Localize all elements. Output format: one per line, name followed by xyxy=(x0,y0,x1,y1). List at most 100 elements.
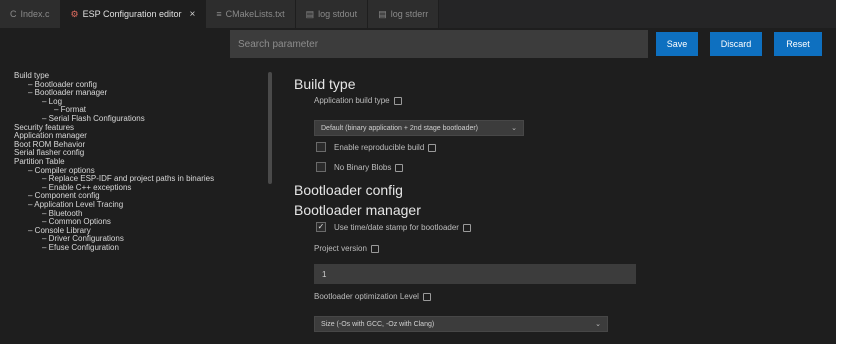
config-content: Build type Application build type Defaul… xyxy=(294,72,814,344)
sidebar-item[interactable]: – Bluetooth xyxy=(0,210,230,219)
sidebar-item[interactable]: – Replace ESP-IDF and project paths in b… xyxy=(0,175,230,184)
select-value: Default (binary application + 2nd stage … xyxy=(321,124,479,132)
sidebar-item-label: Log xyxy=(48,97,63,106)
section-title-bootloader-config: Bootloader config xyxy=(294,182,403,198)
tab-bar-empty-space xyxy=(439,0,836,28)
close-icon[interactable]: × xyxy=(190,9,196,20)
sidebar-item[interactable]: – Common Options xyxy=(0,218,230,227)
sidebar-item-label: Application manager xyxy=(14,132,87,141)
use-time-stamp-label: Use time/date stamp for bootloader xyxy=(334,223,471,232)
label-text: Use time/date stamp for bootloader xyxy=(334,223,459,232)
sidebar-item-label: Console Library xyxy=(34,226,91,235)
sidebar-item[interactable]: Partition Table xyxy=(0,158,230,167)
section-title-build-type: Build type xyxy=(294,76,356,92)
reproducible-build-label: Enable reproducible build xyxy=(334,143,437,152)
tab-esp-config-editor[interactable]: ⚙ ESP Configuration editor × xyxy=(60,0,207,28)
output-icon: ▤ xyxy=(378,8,387,19)
sidebar-item[interactable]: – Efuse Configuration xyxy=(0,244,230,253)
section-title-bootloader-manager: Bootloader manager xyxy=(294,202,421,218)
settings-icon: ⚙ xyxy=(70,8,79,19)
sidebar-item-label: Serial flasher config xyxy=(14,149,85,158)
sidebar-item-label: Component config xyxy=(34,192,100,201)
tab-label: Index.c xyxy=(20,9,50,19)
sidebar-item[interactable]: – Enable C++ exceptions xyxy=(0,184,230,193)
tab-label: ESP Configuration editor xyxy=(82,9,182,19)
sidebar-item[interactable]: – Component config xyxy=(0,192,230,201)
config-toolbar: Save Discard Reset xyxy=(0,28,836,62)
info-icon[interactable] xyxy=(462,223,471,232)
config-tree-sidebar: Build type – Bootloader config – Bootloade… xyxy=(0,72,230,344)
editor-tab-bar: C Index.c ⚙ ESP Configuration editor × ≡… xyxy=(0,0,836,28)
optimization-level-select[interactable]: Size (-Os with GCC, -Oz with Clang) ⌄ xyxy=(314,316,608,332)
sidebar-item[interactable]: Security features xyxy=(0,124,230,133)
file-icon: ≡ xyxy=(216,9,222,19)
label-text: Bootloader optimization Level xyxy=(314,292,419,301)
no-binary-blobs-checkbox[interactable] xyxy=(316,162,326,172)
tab-cmakelists[interactable]: ≡ CMakeLists.txt xyxy=(206,0,296,28)
reproducible-build-checkbox[interactable] xyxy=(316,142,326,152)
tab-label: log stderr xyxy=(390,9,429,19)
sidebar-item-label: Replace ESP-IDF and project paths in bin… xyxy=(48,175,215,184)
search-input[interactable] xyxy=(230,30,648,58)
sidebar-item-label: Build type xyxy=(14,72,50,80)
chevron-down-icon: ⌄ xyxy=(511,125,517,132)
sidebar-item[interactable]: – Application Level Tracing xyxy=(0,201,230,210)
sidebar-item-label: Application Level Tracing xyxy=(34,200,124,209)
app-build-type-select[interactable]: Default (binary application + 2nd stage … xyxy=(314,120,524,136)
sidebar-item[interactable]: – Driver Configurations xyxy=(0,235,230,244)
optimization-level-label: Bootloader optimization Level xyxy=(314,292,431,301)
sidebar-item[interactable]: – Compiler options xyxy=(0,167,230,176)
sidebar-item-label: Partition Table xyxy=(14,157,65,166)
tab-label: CMakeLists.txt xyxy=(225,9,285,19)
reset-button[interactable]: Reset xyxy=(774,32,822,56)
sidebar-item-label: Compiler options xyxy=(34,166,95,175)
project-version-label: Project version xyxy=(314,244,379,253)
sidebar-item[interactable]: – Log xyxy=(0,98,230,107)
sidebar-item[interactable]: Application manager xyxy=(0,132,230,141)
info-icon[interactable] xyxy=(422,292,431,301)
label-text: Project version xyxy=(314,244,367,253)
sidebar-item-label: Serial Flash Configurations xyxy=(48,114,145,123)
sidebar-item-label: Bootloader manager xyxy=(34,89,108,98)
sidebar-item-label: Efuse Configuration xyxy=(48,243,119,252)
sidebar-item-label: Driver Configurations xyxy=(48,235,124,244)
app-build-type-label: Application build type xyxy=(314,96,402,105)
sidebar-item[interactable]: – Bootloader config xyxy=(0,81,230,90)
sidebar-item[interactable]: – Format xyxy=(0,106,230,115)
info-icon[interactable] xyxy=(393,96,402,105)
project-version-input[interactable] xyxy=(314,264,636,284)
output-icon: ▤ xyxy=(305,8,315,19)
chevron-down-icon: ⌄ xyxy=(595,321,601,328)
sidebar-item-label: Bluetooth xyxy=(48,209,83,218)
tab-log-stderr[interactable]: ▤ log stderr xyxy=(368,0,440,28)
c-file-icon: C xyxy=(10,9,17,19)
sidebar-item[interactable]: Serial flasher config xyxy=(0,149,230,158)
sidebar-item[interactable]: – Serial Flash Configurations xyxy=(0,115,230,124)
save-button[interactable]: Save xyxy=(656,32,698,56)
scrollbar[interactable] xyxy=(268,72,272,184)
app-window: C Index.c ⚙ ESP Configuration editor × ≡… xyxy=(0,0,836,344)
label-text: Application build type xyxy=(314,96,390,105)
tab-label: log stdout xyxy=(318,9,358,19)
tab-index-c[interactable]: C Index.c xyxy=(0,0,61,28)
use-time-stamp-checkbox[interactable]: ✓ xyxy=(316,222,326,232)
no-binary-blobs-label: No Binary Blobs xyxy=(334,163,404,172)
sidebar-item-label: Security features xyxy=(14,123,75,132)
sidebar-item[interactable]: Build type xyxy=(0,72,230,81)
info-icon[interactable] xyxy=(370,244,379,253)
label-text: Enable reproducible build xyxy=(334,143,425,152)
sidebar-item[interactable]: Boot ROM Behavior xyxy=(0,141,230,150)
sidebar-item-label: Enable C++ exceptions xyxy=(48,183,132,192)
sidebar-item-label: Boot ROM Behavior xyxy=(14,140,86,149)
sidebar-item[interactable]: – Bootloader manager xyxy=(0,89,230,98)
info-icon[interactable] xyxy=(395,163,404,172)
info-icon[interactable] xyxy=(428,143,437,152)
tab-log-stdout[interactable]: ▤ log stdout xyxy=(295,0,369,28)
sidebar-item-label: Common Options xyxy=(48,218,111,227)
sidebar-item-label: Bootloader config xyxy=(34,80,97,89)
select-value: Size (-Os with GCC, -Oz with Clang) xyxy=(321,320,435,328)
discard-button[interactable]: Discard xyxy=(710,32,762,56)
label-text: No Binary Blobs xyxy=(334,163,392,172)
sidebar-item[interactable]: – Console Library xyxy=(0,227,230,236)
sidebar-item-label: Format xyxy=(60,106,87,115)
